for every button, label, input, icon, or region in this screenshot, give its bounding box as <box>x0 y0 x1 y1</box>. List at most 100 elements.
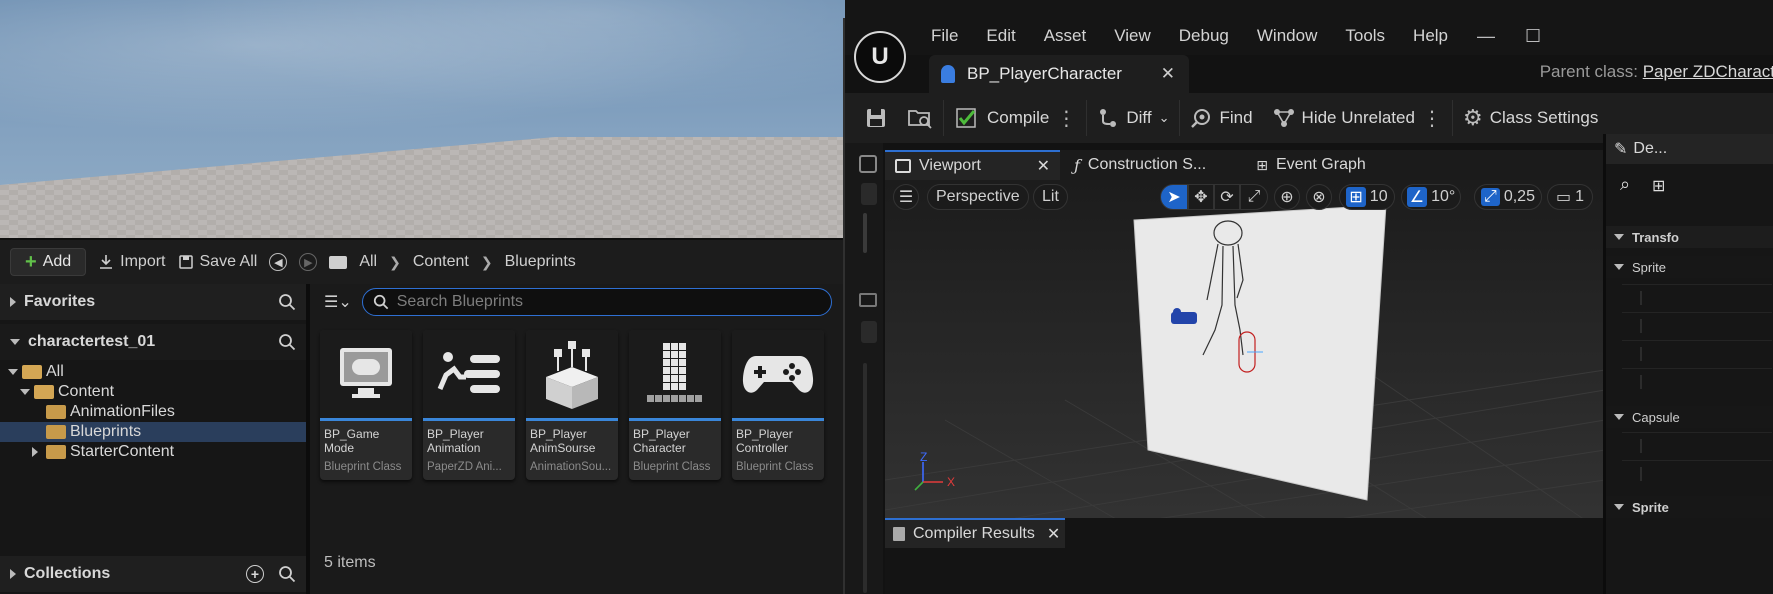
details-section[interactable]: Capsule <box>1606 406 1773 428</box>
caret-down-icon <box>1614 414 1624 420</box>
add-button[interactable]: + Add <box>10 248 87 276</box>
coordinate-system-button[interactable]: ⊕ <box>1274 184 1300 210</box>
close-icon[interactable]: ✕ <box>1037 156 1050 176</box>
diff-button[interactable]: Diff ⌄ <box>1087 93 1179 143</box>
menu-window[interactable]: Window <box>1257 26 1317 46</box>
scale-mode-button[interactable]: ⤢ <box>1240 184 1268 210</box>
asset-search-row: ☰⌄ Search Blueprints <box>310 284 845 320</box>
components-tab-icon[interactable] <box>859 155 877 173</box>
collections-header[interactable]: Collections + <box>0 556 306 592</box>
details-section[interactable]: Sprite <box>1606 256 1773 278</box>
asset-tile[interactable]: BP_Player Character Blueprint Class <box>629 330 721 480</box>
tab-event-graph[interactable]: ⊞ Event Graph <box>1216 150 1376 180</box>
scrollbar[interactable] <box>863 213 867 253</box>
lit-button[interactable]: Lit <box>1033 184 1068 210</box>
filter-icon[interactable]: ☰⌄ <box>324 292 352 312</box>
property-row[interactable] <box>1622 460 1772 486</box>
tree-item-blueprints[interactable]: Blueprints <box>0 422 306 442</box>
rotate-mode-button[interactable]: ⟳ <box>1214 184 1240 210</box>
hide-unrelated-label: Hide Unrelated <box>1301 108 1415 127</box>
scale-snap-value: 0,25 <box>1503 188 1535 205</box>
tab-compiler-results[interactable]: Compiler Results ✕ <box>885 518 1065 548</box>
tab-bp-playercharacter[interactable]: BP_PlayerCharacter ✕ <box>929 55 1189 93</box>
save-button[interactable] <box>845 93 897 143</box>
breadcrumb-blueprints[interactable]: Blueprints <box>505 253 576 271</box>
rotation-snap-button[interactable]: ∠ 10° <box>1401 184 1461 210</box>
add-component-icon[interactable] <box>861 183 877 205</box>
add-variable-icon[interactable] <box>861 321 877 343</box>
property-row[interactable] <box>1622 312 1772 338</box>
property-row[interactable] <box>1622 340 1772 366</box>
details-section[interactable]: Sprite <box>1606 496 1773 518</box>
menu-asset[interactable]: Asset <box>1044 26 1087 46</box>
breadcrumb-content[interactable]: Content <box>413 253 469 271</box>
tree-item-startercontent[interactable]: StarterContent <box>0 442 306 462</box>
parent-class-link[interactable]: Paper ZDCharact <box>1643 62 1773 81</box>
perspective-button[interactable]: Perspective <box>927 184 1029 210</box>
tab-details[interactable]: ✎ De... <box>1606 134 1773 164</box>
tree-item-all[interactable]: All <box>0 362 306 382</box>
tab-construction-script[interactable]: ƒ Construction S... <box>1060 150 1216 180</box>
viewport-canvas[interactable]: Z X ☰ Perspective Lit ➤ ✥ ⟳ ⤢ ⊕ ⊗ ⊞ 10 ∠ 1… <box>885 180 1605 530</box>
tree-item-animationfiles[interactable]: AnimationFiles <box>0 402 306 422</box>
tree-item-content[interactable]: Content <box>0 382 306 402</box>
find-button[interactable]: Find <box>1180 93 1262 143</box>
asset-tile[interactable]: BP_Player Controller Blueprint Class <box>732 330 824 480</box>
asset-type: Blueprint Class <box>736 461 814 473</box>
search-icon[interactable] <box>278 293 296 311</box>
asset-tile[interactable]: BP_Player Animation PaperZD Ani... <box>423 330 515 480</box>
menu-file[interactable]: File <box>931 26 958 46</box>
kebab-icon[interactable]: ⋮ <box>1422 106 1442 131</box>
minimize-icon[interactable]: — <box>1477 26 1495 47</box>
menu-view[interactable]: View <box>1114 26 1151 46</box>
breadcrumb-all[interactable]: All <box>359 253 377 271</box>
history-back-icon[interactable]: ◀ <box>269 253 288 271</box>
property-row[interactable] <box>1622 368 1772 394</box>
details-section[interactable]: Transfo <box>1606 226 1773 248</box>
select-mode-button[interactable]: ➤ <box>1160 184 1188 210</box>
my-blueprint-tab-icon[interactable] <box>859 293 877 307</box>
add-collection-icon[interactable]: + <box>246 565 264 583</box>
kebab-icon[interactable]: ⋮ <box>1056 106 1076 131</box>
close-icon[interactable]: ✕ <box>1161 64 1175 84</box>
close-icon[interactable]: ✕ <box>1047 524 1060 544</box>
favorites-header[interactable]: Favorites <box>0 284 306 320</box>
asset-tile[interactable]: BP_Game Mode Blueprint Class <box>320 330 412 480</box>
save-all-button[interactable]: Save All <box>178 248 257 276</box>
history-forward-icon[interactable]: ▶ <box>299 253 318 271</box>
hide-unrelated-button[interactable]: Hide Unrelated ⋮ <box>1263 93 1452 143</box>
menu-tools[interactable]: Tools <box>1345 26 1385 46</box>
class-settings-button[interactable]: ⚙ Class Settings <box>1453 93 1608 143</box>
scale-snap-button[interactable]: ⤢ 0,25 <box>1474 184 1542 210</box>
viewport-options-button[interactable]: ☰ <box>893 184 919 210</box>
property-row[interactable] <box>1622 284 1772 310</box>
import-button[interactable]: Import <box>98 248 166 276</box>
menu-debug[interactable]: Debug <box>1179 26 1229 46</box>
translate-mode-button[interactable]: ✥ <box>1188 184 1214 210</box>
surface-snap-button[interactable]: ⊗ <box>1306 184 1332 210</box>
property-row[interactable] <box>1622 432 1772 458</box>
camera-speed-button[interactable]: ▭ 1 <box>1547 184 1593 210</box>
search-icon[interactable]: ⌕ <box>1620 174 1630 195</box>
caret-down-icon <box>20 389 30 395</box>
menu-help[interactable]: Help <box>1413 26 1448 46</box>
scrollbar[interactable] <box>863 363 867 593</box>
grid-view-icon[interactable]: ⊞ <box>1652 176 1665 196</box>
collections-label: Collections <box>24 565 111 582</box>
level-viewport-background[interactable] <box>0 0 845 240</box>
compile-button[interactable]: Compile ⋮ <box>944 93 1086 143</box>
menu-edit[interactable]: Edit <box>986 26 1015 46</box>
tab-viewport[interactable]: Viewport ✕ <box>885 150 1060 180</box>
grid-snap-button[interactable]: ⊞ 10 <box>1339 184 1395 210</box>
search-input[interactable]: Search Blueprints <box>361 288 832 316</box>
search-icon[interactable] <box>278 333 296 351</box>
compile-icon <box>956 108 976 128</box>
character-icon <box>629 330 721 418</box>
unreal-logo-icon[interactable]: U <box>854 31 906 83</box>
project-header[interactable]: charactertest_01 <box>0 324 306 360</box>
import-label: Import <box>120 253 166 270</box>
search-icon[interactable] <box>278 565 296 583</box>
asset-tile[interactable]: BP_Player AnimSourse AnimationSou... <box>526 330 618 480</box>
maximize-icon[interactable]: ☐ <box>1525 26 1541 47</box>
browse-button[interactable] <box>897 93 943 143</box>
